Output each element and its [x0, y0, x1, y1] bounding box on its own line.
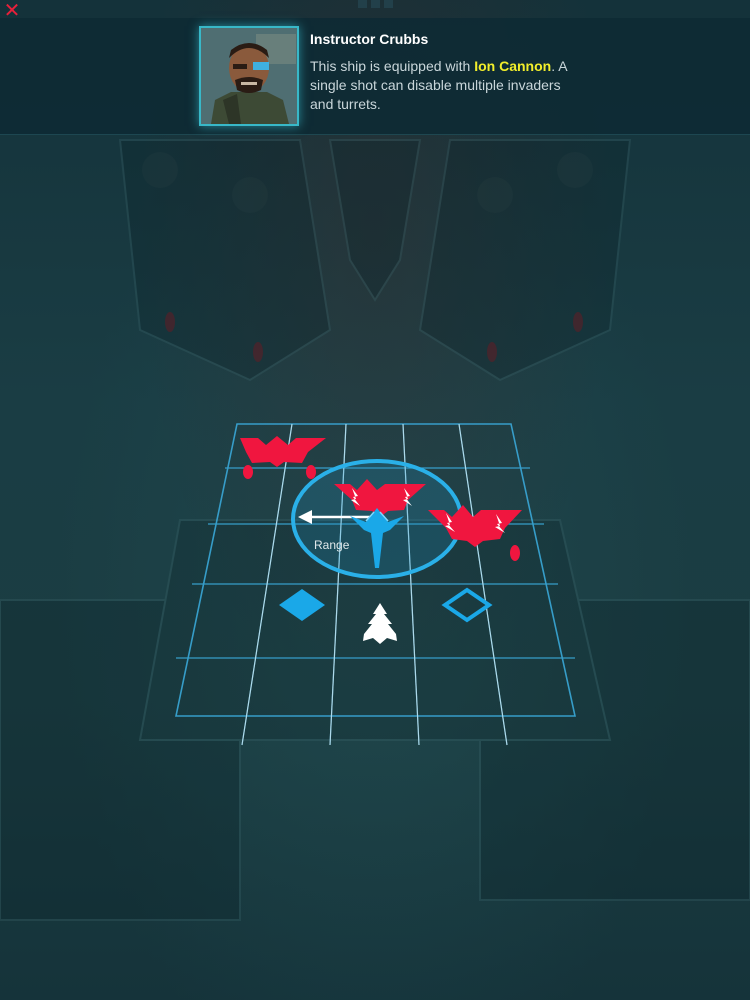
message-text-before: This ship is equipped with [310, 58, 475, 74]
ally-ship[interactable] [363, 603, 397, 644]
speaker-name: Instructor Crubbs [310, 31, 429, 47]
game-background: Range ✕ Instructor Crubbs This ship is e… [0, 0, 750, 1000]
page-indicator [355, 0, 395, 10]
instructor-portrait [199, 26, 299, 126]
dialog-message: This ship is equipped with Ion Cannon. A… [310, 57, 570, 114]
close-icon[interactable]: ✕ [2, 0, 22, 20]
turret-outline[interactable] [441, 587, 493, 623]
range-label: Range [314, 538, 350, 552]
turret-filled[interactable] [279, 589, 325, 621]
invader-top-left[interactable] [240, 436, 326, 479]
game-board[interactable] [0, 0, 750, 1000]
message-highlight-ion-cannon: Ion Cannon [474, 58, 552, 74]
